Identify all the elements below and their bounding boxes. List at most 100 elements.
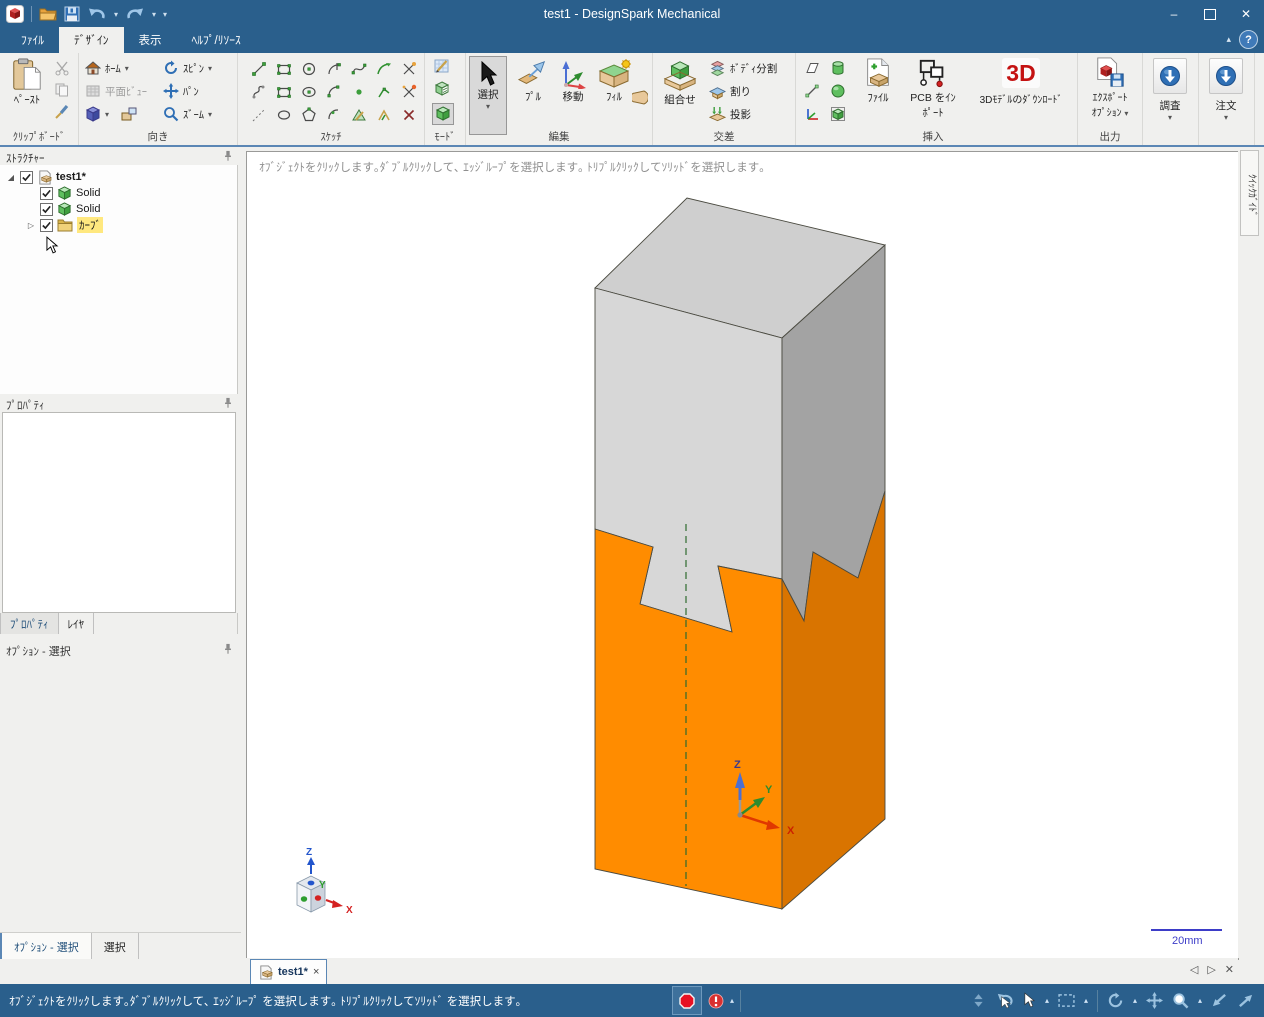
download-3d-model-button[interactable]: 3D 3Dﾓﾃﾞﾙのﾀﾞｳﾝﾛｰﾄﾞ	[966, 58, 1076, 106]
pull-button[interactable]: ﾌﾟﾙ	[514, 59, 552, 104]
section-mode-icon[interactable]	[434, 81, 450, 97]
tab-layers[interactable]: ﾚｲﾔ	[59, 613, 94, 634]
pin-icon[interactable]	[223, 397, 233, 409]
export-button[interactable]: ｴｸｽﾎﾟｰﾄ ｵﾌﾟｼｮﾝ ▾	[1080, 57, 1140, 119]
tree-row-solid-1[interactable]: Solid	[0, 185, 237, 201]
tab-properties[interactable]: ﾌﾟﾛﾊﾟﾃｨ	[0, 613, 59, 634]
tree-label[interactable]: test1*	[56, 171, 86, 183]
split-button[interactable]: 割り	[709, 83, 751, 100]
move-button[interactable]: 移動	[554, 59, 592, 104]
axes-icon[interactable]	[804, 106, 820, 122]
tab-scroll-right-icon[interactable]: ▷	[1207, 963, 1215, 976]
box-select-dropdown-icon[interactable]: ▴	[1084, 996, 1088, 1005]
close-button[interactable]: ✕	[1228, 0, 1264, 28]
zoom-view-icon[interactable]	[1172, 992, 1189, 1009]
tree-row-curves[interactable]: ▷ ｶｰﾌﾞ	[0, 217, 237, 233]
collapse-ribbon-icon[interactable]: ▴	[1226, 34, 1231, 45]
plane-icon[interactable]	[804, 60, 820, 76]
select-button[interactable]: 選択 ▾	[469, 56, 507, 135]
sweep-arc-icon[interactable]	[371, 57, 396, 80]
spin-view-dropdown-icon[interactable]: ▴	[1133, 996, 1137, 1005]
circle-icon[interactable]	[296, 57, 321, 80]
box-select-icon[interactable]	[1058, 994, 1075, 1007]
checkbox[interactable]	[40, 218, 53, 232]
insert-file-button[interactable]: ﾌｧｲﾙ	[856, 58, 900, 105]
tab-select[interactable]: 選択	[92, 933, 139, 959]
line-icon[interactable]	[246, 57, 271, 80]
selection-filter-spinner-icon[interactable]	[973, 993, 984, 1008]
format-painter-icon[interactable]	[54, 104, 70, 120]
view-cube-widget[interactable]: Z Y X	[296, 847, 353, 916]
pcb-import-button[interactable]: PCB をｲﾝ ﾎﾟｰﾄ	[904, 58, 962, 120]
sphere-icon[interactable]	[830, 83, 846, 99]
tab-help-resources[interactable]: ﾍﾙﾌﾟ/ﾘｿｰｽ	[177, 27, 256, 53]
sketch-plane-icon[interactable]	[346, 103, 371, 126]
three-point-arc-icon[interactable]	[321, 103, 346, 126]
checkbox[interactable]	[20, 170, 33, 184]
select-tool-icon[interactable]	[1023, 992, 1036, 1009]
cut-icon[interactable]	[54, 60, 70, 76]
zoom-in-arrow-icon[interactable]	[1237, 993, 1254, 1008]
pan-view-icon[interactable]	[1145, 992, 1163, 1009]
point-icon[interactable]	[346, 80, 371, 103]
tab-view[interactable]: 表示	[124, 27, 177, 53]
paste-button[interactable]: ﾍﾟｰｽﾄ	[4, 58, 50, 107]
document-tab-close-icon[interactable]: ×	[313, 966, 319, 978]
rounded-rectangle-icon[interactable]	[271, 80, 296, 103]
view-cube-button[interactable]: ▾	[85, 106, 137, 122]
document-tab[interactable]: test1* ×	[250, 959, 328, 984]
expander-icon[interactable]: ▷	[26, 221, 36, 230]
zoom-button[interactable]: ｽﾞｰﾑ ▾	[163, 106, 212, 122]
cylinder-icon[interactable]	[830, 60, 846, 76]
quick-guide-tab[interactable]: ｸｲｯｸｶﾞｲﾄﾞ	[1240, 150, 1259, 236]
stop-recording-button[interactable]	[672, 986, 702, 1015]
blend-icon[interactable]	[632, 89, 648, 105]
arc-icon[interactable]	[321, 80, 346, 103]
error-indicator-icon[interactable]	[708, 993, 724, 1009]
tab-scroll-left-icon[interactable]: ◁	[1190, 963, 1198, 976]
error-dropdown-icon[interactable]: ▴	[730, 996, 734, 1005]
ellipse-icon[interactable]	[296, 80, 321, 103]
polygon-icon[interactable]	[296, 103, 321, 126]
tree-label[interactable]: Solid	[76, 203, 100, 215]
split-curve-icon[interactable]	[396, 80, 421, 103]
delete-curve-icon[interactable]	[396, 103, 421, 126]
fill-button[interactable]: ﾌｨﾙ	[594, 59, 634, 104]
sketch-mode-icon[interactable]	[434, 58, 450, 74]
tab-strip-close-icon[interactable]: ✕	[1225, 963, 1234, 976]
expander-icon[interactable]: ◢	[6, 173, 16, 182]
minimize-button[interactable]: –	[1156, 0, 1192, 28]
select-tool-dropdown-icon[interactable]: ▴	[1045, 996, 1049, 1005]
model-canvas[interactable]: Z Y X Z Y X 20mm	[247, 152, 1238, 959]
viewport-3d[interactable]: ｵﾌﾞｼﾞｪｸﾄをｸﾘｯｸします｡ﾀﾞﾌﾞﾙｸﾘｯｸして､ ｴｯｼﾞﾙｰﾌﾟを選…	[246, 151, 1239, 960]
tab-design[interactable]: ﾃﾞｻﾞｲﾝ	[59, 27, 124, 53]
select-previous-icon[interactable]	[993, 992, 1014, 1009]
spin-button[interactable]: ｽﾋﾟﾝ ▾	[163, 60, 212, 76]
spline-icon[interactable]	[346, 57, 371, 80]
pin-icon[interactable]	[223, 150, 233, 162]
maximize-button[interactable]	[1192, 0, 1228, 28]
order-button[interactable]: 注文 ▾	[1207, 58, 1245, 122]
rectangle-icon[interactable]	[271, 57, 296, 80]
trim-icon[interactable]	[396, 57, 421, 80]
tree-label[interactable]: Solid	[76, 187, 100, 199]
split-body-button[interactable]: ﾎﾞﾃﾞｨ分割	[709, 60, 777, 77]
offset-curve-icon[interactable]	[371, 103, 396, 126]
construction-line-icon[interactable]	[246, 103, 271, 126]
copy-icon[interactable]	[54, 82, 70, 98]
line-3d-icon[interactable]	[804, 83, 820, 99]
tab-file[interactable]: ﾌｧｲﾙ	[6, 27, 59, 53]
heads-up-view-icon[interactable]	[121, 106, 137, 122]
zoom-view-dropdown-icon[interactable]: ▴	[1198, 996, 1202, 1005]
solid-mode-icon[interactable]	[432, 103, 454, 125]
spin-view-icon[interactable]	[1107, 992, 1124, 1009]
tab-options-select[interactable]: ｵﾌﾟｼｮﾝ - 選択	[0, 933, 92, 959]
help-icon[interactable]: ?	[1239, 30, 1258, 49]
checkbox[interactable]	[40, 202, 53, 216]
project-button[interactable]: 投影	[709, 106, 751, 123]
tree-label[interactable]: ｶｰﾌﾞ	[77, 217, 103, 233]
zoom-out-arrow-icon[interactable]	[1211, 993, 1228, 1008]
shell-icon[interactable]	[830, 106, 846, 122]
tree-row-design[interactable]: ◢ test1*	[0, 169, 237, 185]
home-button[interactable]: ﾎｰﾑ ▾	[85, 60, 129, 76]
